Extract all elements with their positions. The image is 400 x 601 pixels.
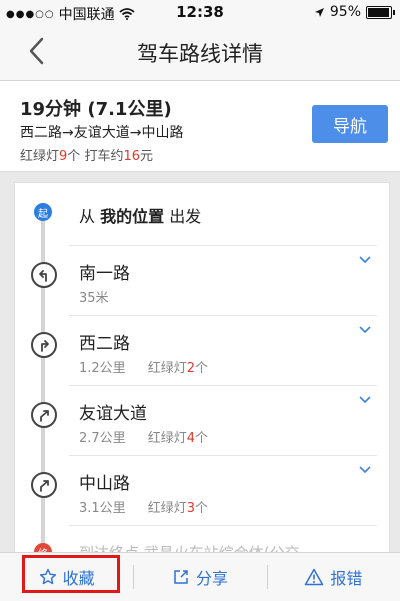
navigate-button[interactable]: 导航 [312, 105, 388, 143]
step-lights-label: 红绿灯 [147, 431, 187, 446]
share-label: 分享 [195, 569, 228, 588]
route-step-1[interactable]: 南一路 35米 [15, 249, 389, 319]
step-lights-label: 红绿灯 [147, 361, 187, 376]
step-lights-count: 3 [186, 501, 195, 516]
status-right: 95% [314, 4, 395, 20]
chevron-down-icon[interactable] [359, 395, 371, 405]
share-button[interactable]: 分享 [133, 553, 266, 601]
step-road-name: 西二路 [79, 334, 130, 354]
duration-value: 19分钟 [20, 99, 82, 120]
divider [69, 315, 377, 316]
step-road-name: 中山路 [79, 474, 130, 494]
taxi-unit: 元 [140, 149, 154, 164]
star-icon [39, 568, 56, 585]
step-lights-count: 2 [186, 361, 195, 376]
route-duration: 19分钟 (7.1公里) [20, 95, 172, 121]
status-bar: ●●●○○ 中国联通 12:38 95% [0, 0, 400, 24]
step-road-name: 南一路 [79, 264, 130, 284]
lights-label: 红绿灯 [20, 149, 60, 164]
step-lights-unit: 个 [194, 361, 208, 376]
step-distance: 2.7公里 [79, 431, 126, 446]
route-cost: 红绿灯9个 打车约16元 [20, 145, 153, 164]
divider [69, 245, 377, 246]
lights-unit: 个 [67, 149, 81, 164]
step-lights-unit: 个 [194, 501, 208, 516]
step-distance: 3.1公里 [79, 501, 126, 516]
route-summary: 19分钟 (7.1公里) 西二路→友谊大道→中山路 红绿灯9个 打车约16元 导… [0, 81, 400, 172]
bottom-toolbar: 收藏 分享 报错 [0, 552, 400, 601]
step-distance: 1.2公里 [79, 361, 126, 376]
start-place: 我的位置 [100, 207, 165, 226]
favorite-button[interactable]: 收藏 [0, 553, 133, 601]
turn-right-icon [31, 332, 57, 358]
nav-bar: 驾车路线详情 [0, 24, 400, 81]
step-detail: 35米 [79, 287, 109, 306]
slight-right-icon [31, 402, 57, 428]
route-step-4[interactable]: 中山路 3.1公里 红绿灯3个 [15, 459, 389, 529]
start-text: 从 我的位置 出发 [79, 203, 201, 227]
location-arrow-icon [314, 7, 324, 17]
step-lights-unit: 个 [194, 431, 208, 446]
step-detail: 1.2公里 红绿灯2个 [79, 357, 208, 376]
chevron-down-icon[interactable] [359, 255, 371, 265]
route-step-3[interactable]: 友谊大道 2.7公里 红绿灯4个 [15, 389, 389, 459]
battery-percent: 95% [329, 4, 361, 20]
step-detail: 3.1公里 红绿灯3个 [79, 497, 208, 516]
distance-value: (7.1公里) [87, 99, 172, 120]
step-distance: 35米 [79, 291, 109, 306]
route-step-2[interactable]: 西二路 1.2公里 红绿灯2个 [15, 319, 389, 389]
share-icon [174, 570, 188, 584]
divider [69, 455, 377, 456]
report-button[interactable]: 报错 [266, 553, 400, 601]
route-roads: 西二路→友谊大道→中山路 [20, 125, 184, 141]
turn-left-icon [31, 262, 57, 288]
taxi-cost: 16 [123, 149, 141, 164]
step-lights-count: 4 [186, 431, 195, 446]
battery-icon [366, 5, 395, 19]
slight-right-icon [31, 472, 57, 498]
step-road-name: 友谊大道 [79, 404, 147, 424]
favorite-label: 收藏 [62, 569, 95, 588]
battery-level [368, 7, 389, 17]
route-steps-card: 起 从 我的位置 出发 南一路 35米 西二路 1.2公里红绿灯2个 友谊大道 [14, 182, 390, 564]
divider [69, 385, 377, 386]
start-prefix: 从 [79, 207, 96, 226]
page-title: 驾车路线详情 [137, 42, 263, 66]
start-badge: 起 [34, 203, 52, 221]
start-suffix: 出发 [169, 207, 202, 226]
step-lights-label: 红绿灯 [147, 501, 187, 516]
warning-icon [305, 568, 324, 586]
divider [69, 525, 377, 526]
chevron-down-icon[interactable] [359, 465, 371, 475]
chevron-down-icon[interactable] [359, 325, 371, 335]
report-label: 报错 [330, 569, 363, 588]
taxi-label: 打车约 [84, 149, 124, 164]
step-detail: 2.7公里 红绿灯4个 [79, 427, 208, 446]
